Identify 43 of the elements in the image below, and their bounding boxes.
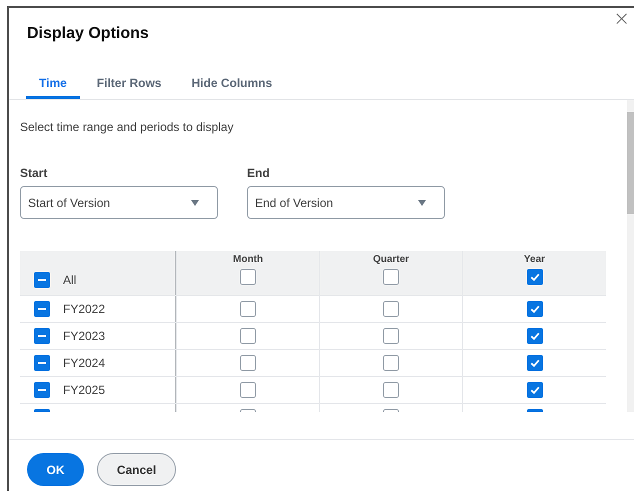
checkbox[interactable] xyxy=(526,382,542,398)
row-label: FY2023 xyxy=(63,329,106,343)
field-label: Start xyxy=(20,166,48,180)
field-label: End xyxy=(247,166,271,180)
checkbox[interactable] xyxy=(383,301,399,317)
caret-icon xyxy=(418,200,426,206)
dialog-title: Display Options xyxy=(27,25,149,43)
checkbox[interactable] xyxy=(383,355,399,371)
checkbox[interactable] xyxy=(240,382,256,398)
indeterminate-checkbox[interactable] xyxy=(34,272,50,288)
indeterminate-checkbox[interactable] xyxy=(34,382,50,398)
checkbox[interactable] xyxy=(383,269,399,285)
row-label: All xyxy=(63,273,76,287)
checkbox[interactable] xyxy=(240,301,256,317)
checkbox[interactable] xyxy=(383,328,399,344)
checkbox[interactable] xyxy=(240,269,256,285)
scrollbar[interactable] xyxy=(627,100,634,412)
checkbox[interactable] xyxy=(240,328,256,344)
checkbox[interactable] xyxy=(526,301,542,317)
close-button[interactable]: × xyxy=(613,10,630,26)
checkbox[interactable] xyxy=(526,269,542,285)
tab[interactable]: Time xyxy=(26,58,80,99)
indeterminate-checkbox[interactable] xyxy=(34,355,50,371)
description-text: Select time range and periods to display xyxy=(20,120,234,134)
ok-button[interactable]: OK xyxy=(27,453,84,486)
checkbox[interactable] xyxy=(526,355,542,371)
column-header: Year xyxy=(524,254,546,265)
indeterminate-checkbox[interactable] xyxy=(34,328,50,344)
row-label: FY2025 xyxy=(63,383,106,397)
tab[interactable]: Filter Rows xyxy=(84,58,174,99)
checkbox[interactable] xyxy=(526,328,542,344)
cancel-button[interactable]: Cancel xyxy=(97,453,176,486)
column-header: Month xyxy=(233,254,263,265)
dropdown-field[interactable]: Start of Version xyxy=(20,186,218,219)
dropdown-field[interactable]: End of Version xyxy=(247,186,445,219)
column-header: Quarter xyxy=(372,254,410,265)
indeterminate-checkbox[interactable] xyxy=(34,301,50,317)
row-label: FY2024 xyxy=(63,356,106,370)
tab[interactable]: Hide Columns xyxy=(178,58,286,99)
row-label: FY2022 xyxy=(63,302,106,316)
checkbox[interactable] xyxy=(383,382,399,398)
checkbox[interactable] xyxy=(240,355,256,371)
caret-icon xyxy=(191,200,199,206)
